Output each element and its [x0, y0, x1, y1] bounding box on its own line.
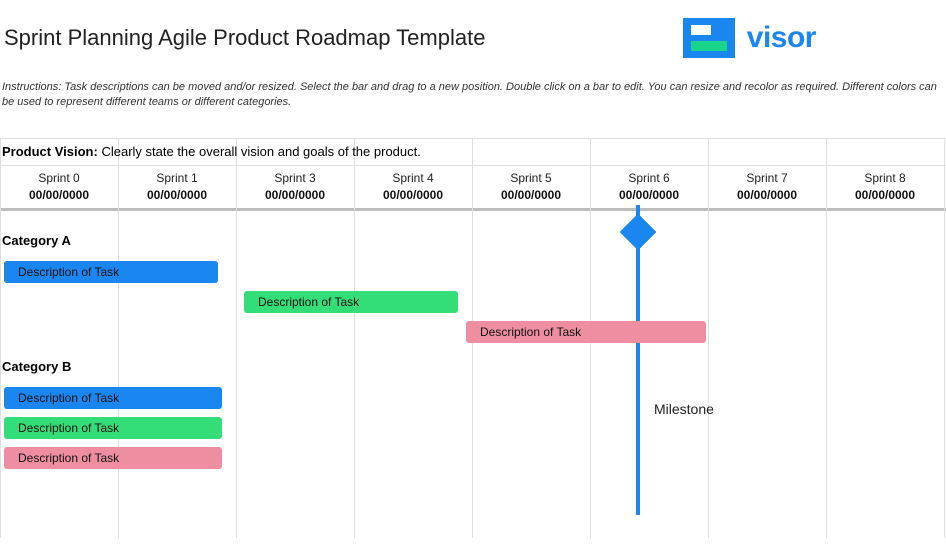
task-bar-b1[interactable]: Description of Task — [4, 387, 222, 409]
sprint-name: Sprint 7 — [708, 171, 826, 185]
product-vision-row: Product Vision: Clearly state the overal… — [0, 138, 946, 165]
instructions-text: Instructions: Task descriptions can be m… — [0, 58, 946, 110]
sprint-date: 00/00/0000 — [118, 188, 236, 202]
visor-logo-text: visor — [747, 21, 816, 55]
category-b-label: Category B — [2, 359, 71, 374]
sprint-name: Sprint 1 — [118, 171, 236, 185]
task-bar-b3[interactable]: Description of Task — [4, 447, 222, 469]
task-bar-a3[interactable]: Description of Task — [466, 321, 706, 343]
sprint-col-4: Sprint 5 00/00/0000 — [472, 171, 590, 202]
sprint-name: Sprint 8 — [826, 171, 944, 185]
sprint-name: Sprint 3 — [236, 171, 354, 185]
milestone-diamond-icon[interactable] — [620, 213, 657, 250]
sprint-name: Sprint 4 — [354, 171, 472, 185]
sprint-date: 00/00/0000 — [826, 188, 944, 202]
gantt-body: Milestone Category A Description of Task… — [0, 211, 946, 511]
sprint-date: 00/00/0000 — [0, 188, 118, 202]
sprint-date: 00/00/0000 — [472, 188, 590, 202]
page-title: Sprint Planning Agile Product Roadmap Te… — [4, 25, 485, 51]
task-bar-b2[interactable]: Description of Task — [4, 417, 222, 439]
sprint-col-7: Sprint 8 00/00/0000 — [826, 171, 944, 202]
sprint-name: Sprint 6 — [590, 171, 708, 185]
sprint-header-row: Sprint 0 00/00/0000 Sprint 1 00/00/0000 … — [0, 171, 946, 202]
visor-logo: visor — [683, 18, 946, 58]
sprint-col-5: Sprint 6 00/00/0000 — [590, 171, 708, 202]
product-vision-text: Clearly state the overall vision and goa… — [101, 144, 420, 159]
category-a-label: Category A — [2, 233, 71, 248]
sprint-col-1: Sprint 1 00/00/0000 — [118, 171, 236, 202]
sprint-col-0: Sprint 0 00/00/0000 — [0, 171, 118, 202]
sprint-col-2: Sprint 3 00/00/0000 — [236, 171, 354, 202]
task-bar-a2[interactable]: Description of Task — [244, 291, 458, 313]
sprint-col-3: Sprint 4 00/00/0000 — [354, 171, 472, 202]
milestone-line[interactable] — [636, 205, 640, 515]
visor-logo-icon — [683, 18, 735, 58]
sprint-date: 00/00/0000 — [590, 188, 708, 202]
milestone-label: Milestone — [654, 401, 714, 417]
sprint-date: 00/00/0000 — [236, 188, 354, 202]
product-vision-label: Product Vision: — [2, 144, 98, 159]
sprint-date: 00/00/0000 — [354, 188, 472, 202]
sprint-col-6: Sprint 7 00/00/0000 — [708, 171, 826, 202]
sprint-name: Sprint 5 — [472, 171, 590, 185]
sprint-date: 00/00/0000 — [708, 188, 826, 202]
task-bar-a1[interactable]: Description of Task — [4, 261, 218, 283]
sprint-name: Sprint 0 — [0, 171, 118, 185]
